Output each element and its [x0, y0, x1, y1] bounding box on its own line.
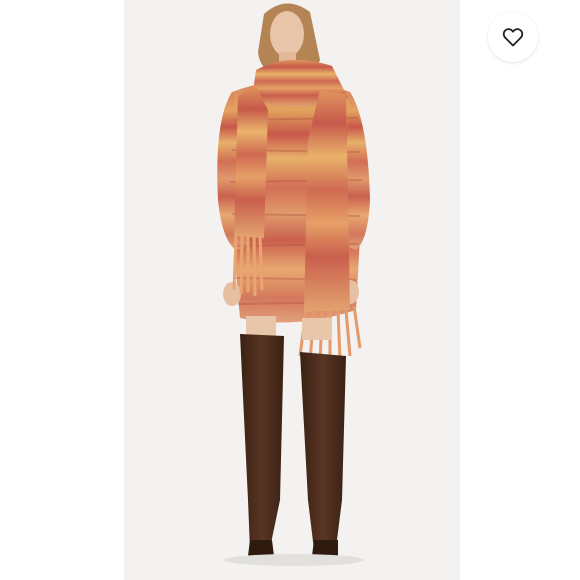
listing-page [0, 0, 580, 580]
like-button[interactable] [488, 12, 538, 62]
product-photo-illustration [124, 0, 460, 580]
heart-outline-icon [502, 28, 524, 47]
product-photo[interactable] [124, 0, 460, 580]
